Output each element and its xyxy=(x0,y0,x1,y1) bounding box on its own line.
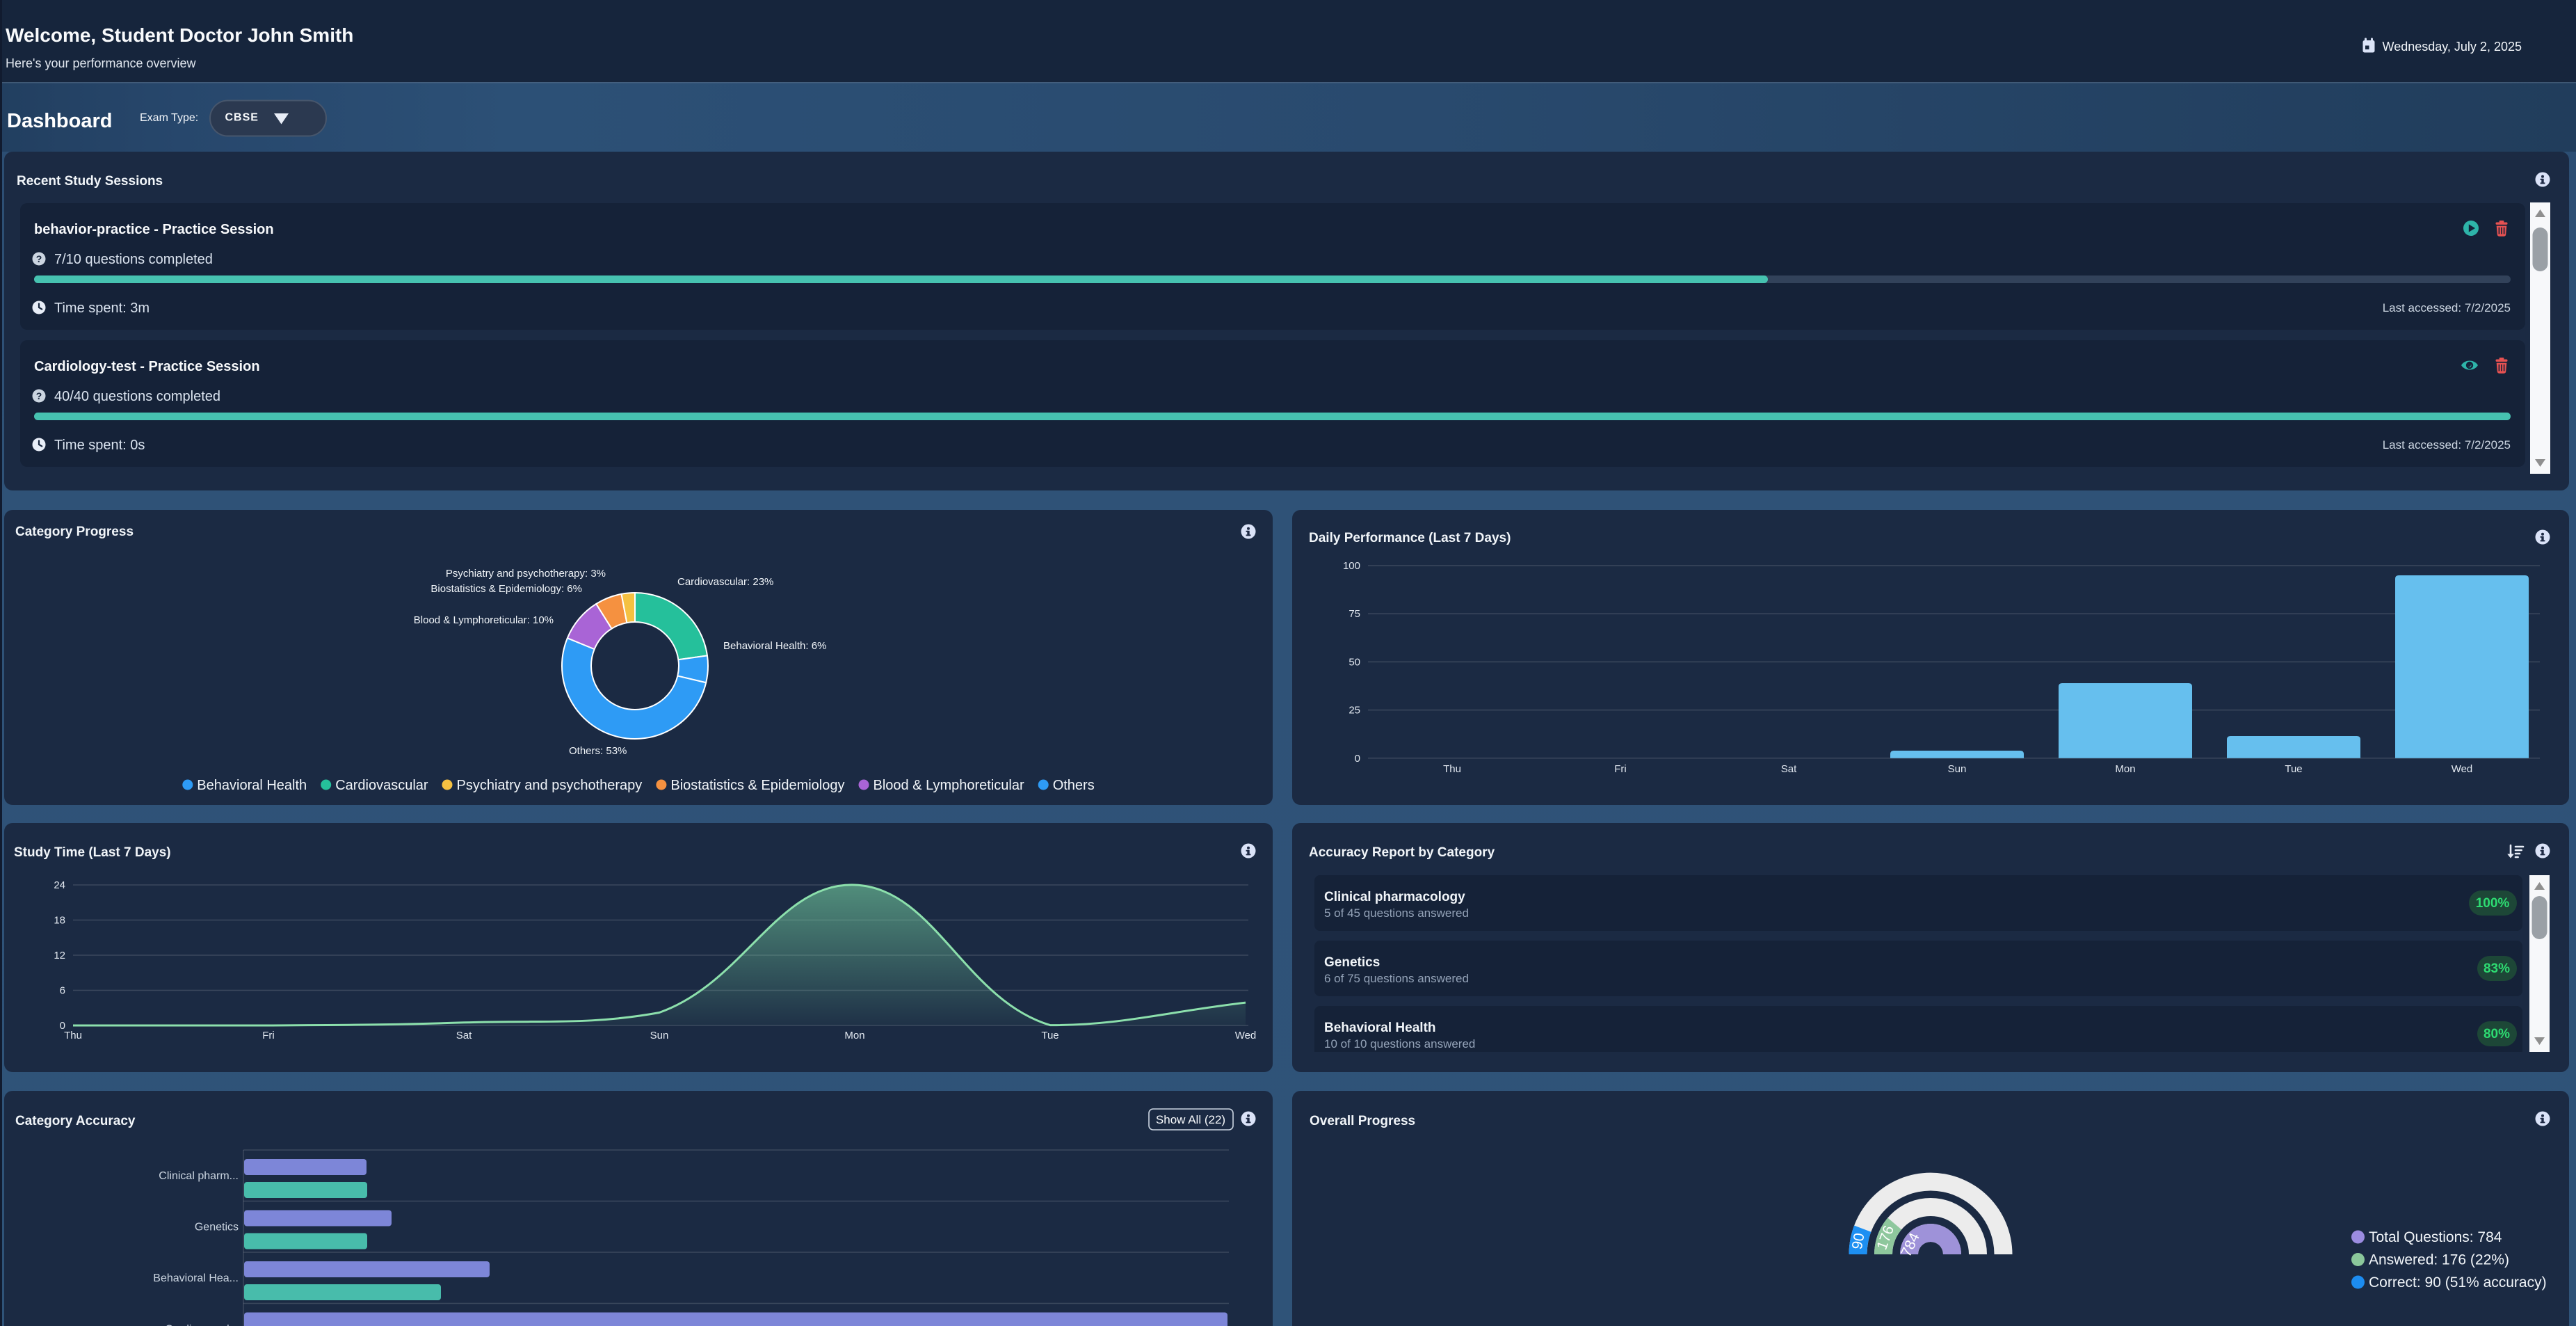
svg-text:Biostatistics & Epidemiology:: Biostatistics & Epidemiology: 6% xyxy=(430,583,582,595)
svg-text:Thu: Thu xyxy=(1443,763,1461,775)
svg-text:Blood & Lymphoreticular: Blood & Lymphoreticular xyxy=(874,778,1024,793)
svg-text:?: ? xyxy=(36,390,42,401)
svg-text:Exam Type:: Exam Type: xyxy=(140,112,198,124)
svg-text:Cardiovascular: 23%: Cardiovascular: 23% xyxy=(677,576,773,588)
svg-text:0: 0 xyxy=(1355,753,1360,765)
svg-text:Cardiovascular: Cardiovascular xyxy=(335,778,428,793)
svg-text:Last accessed: 7/2/2025: Last accessed: 7/2/2025 xyxy=(2383,301,2511,314)
svg-text:25: 25 xyxy=(1349,705,1360,717)
svg-text:Sun: Sun xyxy=(1948,763,1967,775)
svg-text:24: 24 xyxy=(54,879,65,891)
svg-text:Psychiatry and psychotherapy:: Psychiatry and psychotherapy: 3% xyxy=(446,568,606,580)
svg-text:Wednesday, July 2, 2025: Wednesday, July 2, 2025 xyxy=(2383,40,2522,54)
svg-text:Blood & Lymphoreticular: 10%: Blood & Lymphoreticular: 10% xyxy=(414,614,554,626)
svg-text:behavior-practice - Practice S: behavior-practice - Practice Session xyxy=(34,222,274,237)
svg-text:Sun: Sun xyxy=(650,1030,669,1041)
svg-text:Daily Performance (Last 7 Days: Daily Performance (Last 7 Days) xyxy=(1309,531,1511,545)
svg-text:Genetics: Genetics xyxy=(195,1222,239,1233)
svg-text:Tue: Tue xyxy=(2285,763,2302,775)
svg-text:Mon: Mon xyxy=(2115,763,2135,775)
svg-text:Behavioral Hea...: Behavioral Hea... xyxy=(153,1272,239,1284)
svg-text:Accuracy Report by Category: Accuracy Report by Category xyxy=(1309,845,1495,860)
svg-text:Cardiovascul...: Cardiovascul... xyxy=(165,1324,239,1326)
svg-text:Mon: Mon xyxy=(844,1030,864,1041)
svg-text:Sat: Sat xyxy=(1781,763,1797,775)
svg-text:Category Accuracy: Category Accuracy xyxy=(15,1114,136,1128)
svg-text:100: 100 xyxy=(1343,560,1360,572)
svg-text:Time spent: 0s: Time spent: 0s xyxy=(54,438,145,453)
svg-text:100%: 100% xyxy=(2476,896,2510,911)
svg-text:Behavioral Health: 6%: Behavioral Health: 6% xyxy=(723,640,826,652)
svg-text:Biostatistics & Epidemiology: Biostatistics & Epidemiology xyxy=(670,778,844,793)
svg-text:5 of 45 questions answered: 5 of 45 questions answered xyxy=(1324,906,1469,920)
svg-text:Genetics: Genetics xyxy=(1324,955,1380,970)
svg-text:Fri: Fri xyxy=(262,1030,275,1041)
svg-text:Correct: 90 (51% accuracy): Correct: 90 (51% accuracy) xyxy=(2369,1275,2547,1291)
svg-text:Here's your performance overvi: Here's your performance overview xyxy=(6,56,197,70)
svg-text:10 of 10 questions answered: 10 of 10 questions answered xyxy=(1324,1037,1475,1051)
svg-text:Dashboard: Dashboard xyxy=(7,110,112,132)
svg-text:Total Questions: 784: Total Questions: 784 xyxy=(2369,1229,2502,1245)
svg-text:6: 6 xyxy=(60,985,65,997)
svg-text:Clinical pharm...: Clinical pharm... xyxy=(159,1170,239,1182)
svg-text:Behavioral Health: Behavioral Health xyxy=(1324,1021,1436,1035)
svg-text:Show All (22): Show All (22) xyxy=(1156,1113,1225,1126)
svg-text:7/10 questions completed: 7/10 questions completed xyxy=(54,252,213,267)
svg-text:Others: Others xyxy=(1053,778,1095,793)
svg-text:Sat: Sat xyxy=(456,1030,472,1041)
svg-text:Psychiatry and psychotherapy: Psychiatry and psychotherapy xyxy=(457,778,643,793)
svg-text:CBSE: CBSE xyxy=(225,112,259,124)
svg-text:Last accessed: 7/2/2025: Last accessed: 7/2/2025 xyxy=(2383,438,2511,452)
svg-text:Recent Study Sessions: Recent Study Sessions xyxy=(17,174,163,189)
svg-text:Wed: Wed xyxy=(1235,1030,1257,1041)
svg-text:75: 75 xyxy=(1349,608,1360,620)
svg-text:Wed: Wed xyxy=(2452,763,2473,775)
svg-text:50: 50 xyxy=(1349,656,1360,668)
svg-text:Study Time (Last 7 Days): Study Time (Last 7 Days) xyxy=(14,845,171,860)
svg-text:Time spent: 3m: Time spent: 3m xyxy=(54,301,150,316)
svg-text:Cardiology-test - Practice Ses: Cardiology-test - Practice Session xyxy=(34,359,260,374)
svg-text:Overall Progress: Overall Progress xyxy=(1310,1114,1415,1128)
svg-text:Fri: Fri xyxy=(1614,763,1627,775)
svg-text:Others: 53%: Others: 53% xyxy=(569,745,627,757)
svg-text:Answered: 176 (22%): Answered: 176 (22%) xyxy=(2369,1252,2509,1268)
svg-text:12: 12 xyxy=(54,950,65,961)
svg-text:Category Progress: Category Progress xyxy=(15,525,134,539)
svg-text:18: 18 xyxy=(54,915,65,927)
svg-text:?: ? xyxy=(36,253,42,264)
svg-text:Behavioral Health: Behavioral Health xyxy=(197,778,307,793)
svg-text:Welcome, Student Doctor John S: Welcome, Student Doctor John Smith xyxy=(6,24,353,46)
svg-text:40/40 questions completed: 40/40 questions completed xyxy=(54,389,220,404)
svg-text:80%: 80% xyxy=(2484,1027,2510,1041)
svg-text:Tue: Tue xyxy=(1041,1030,1058,1041)
svg-text:83%: 83% xyxy=(2484,961,2510,976)
svg-text:90: 90 xyxy=(1849,1232,1868,1251)
svg-text:Thu: Thu xyxy=(64,1030,82,1041)
svg-text:Clinical pharmacology: Clinical pharmacology xyxy=(1324,890,1465,904)
svg-text:6 of 75 questions answered: 6 of 75 questions answered xyxy=(1324,972,1469,985)
